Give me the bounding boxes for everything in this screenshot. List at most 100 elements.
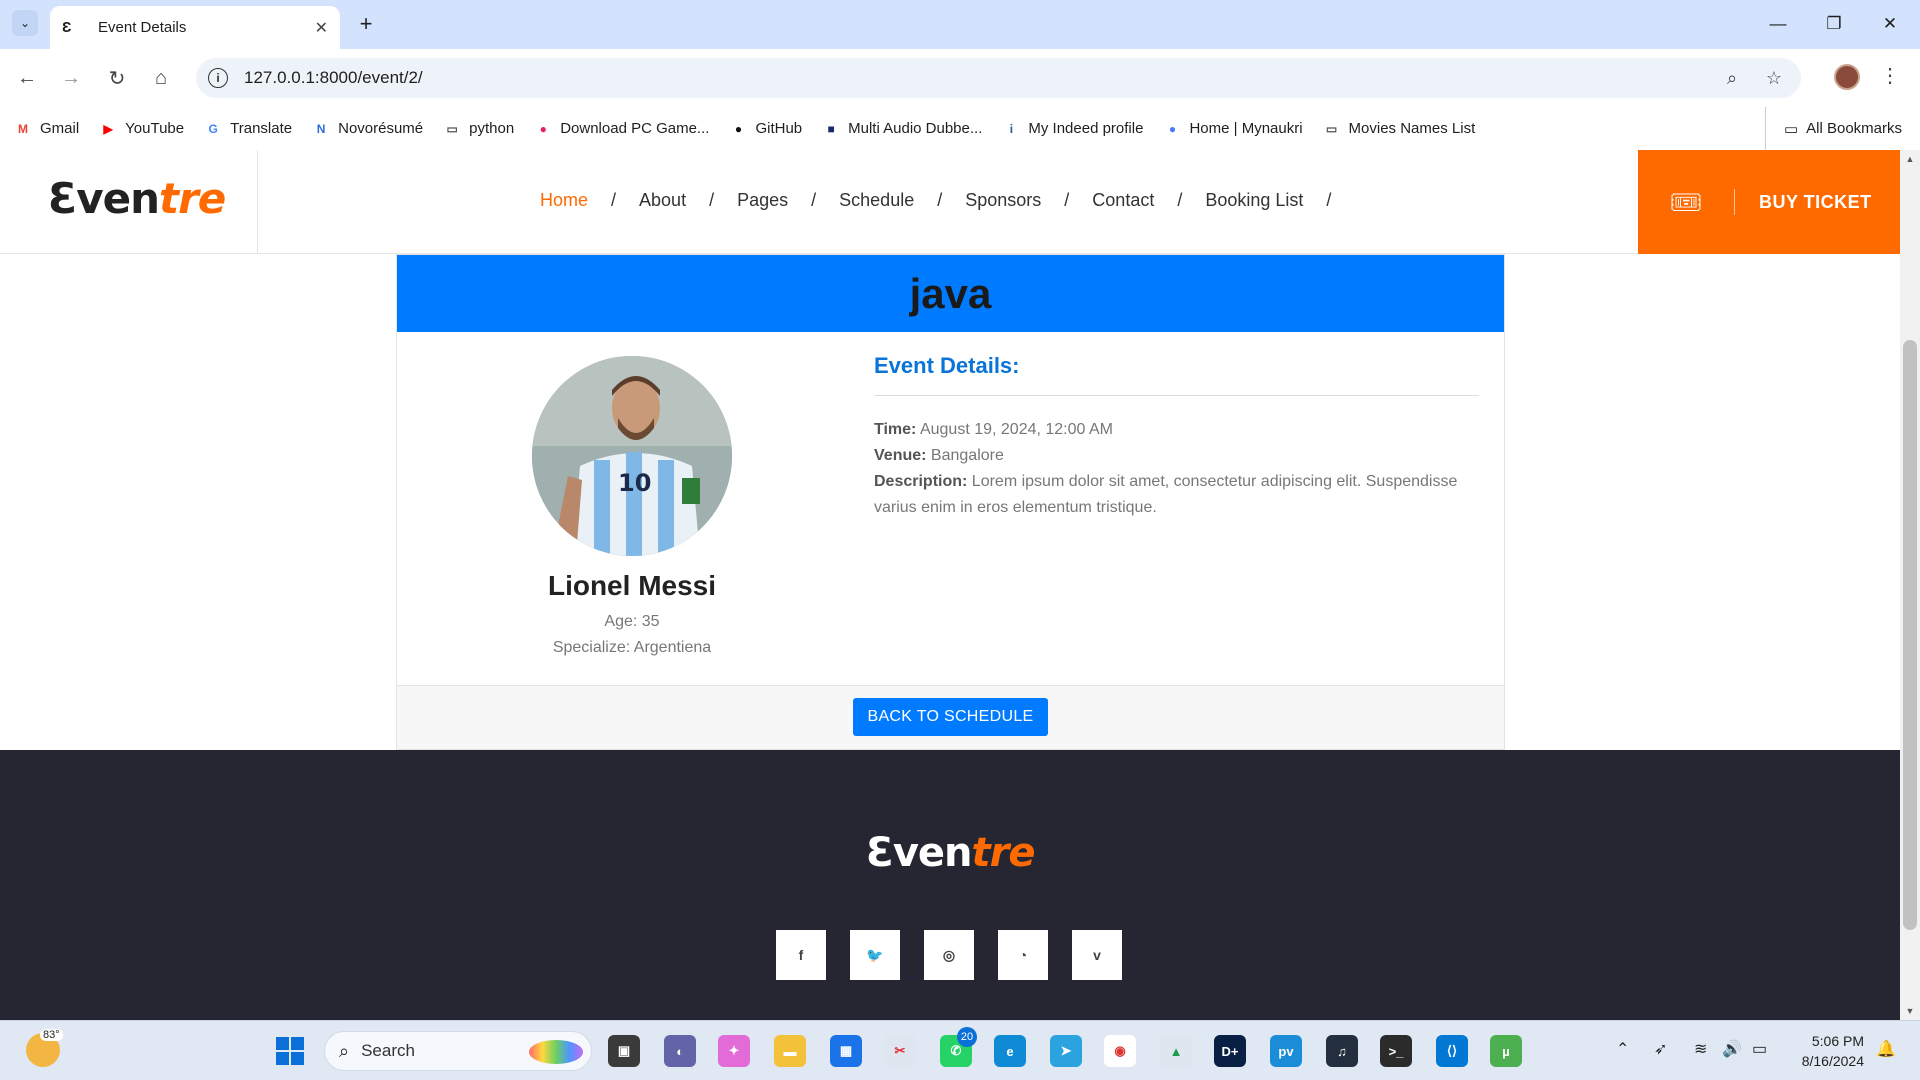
speaker-name: Lionel Messi bbox=[547, 570, 717, 601]
nav-schedule[interactable]: Schedule bbox=[839, 190, 914, 211]
page-scrollbar[interactable]: ▲ ▼ bbox=[1900, 150, 1920, 1020]
home-icon[interactable]: ⌂ bbox=[146, 63, 176, 93]
scrollbar-thumb[interactable] bbox=[1903, 340, 1917, 930]
close-window-icon[interactable]: ✕ bbox=[1870, 10, 1910, 38]
tray-expand-icon[interactable]: ⌃ bbox=[1616, 1039, 1629, 1059]
bookmark-label: python bbox=[469, 120, 515, 137]
minimize-icon[interactable]: — bbox=[1758, 10, 1798, 38]
whatsapp-badge: 20 bbox=[957, 1027, 977, 1047]
buy-divider bbox=[1734, 189, 1735, 215]
chrome-icon[interactable]: ◉ bbox=[1104, 1035, 1136, 1067]
nav-separator: / bbox=[811, 190, 817, 210]
utorrent-icon[interactable]: µ bbox=[1490, 1035, 1522, 1067]
nav-contact[interactable]: Contact bbox=[1092, 190, 1154, 211]
nav-about[interactable]: About bbox=[639, 190, 686, 211]
site-logo[interactable]: Ɛventre bbox=[48, 174, 226, 223]
site-info-icon[interactable]: i bbox=[208, 68, 228, 88]
bookmark-item[interactable]: ▶ YouTube bbox=[99, 120, 185, 138]
nav-separator: / bbox=[1177, 190, 1183, 210]
taskbar-clock[interactable]: 5:06 PM 8/16/2024 bbox=[1774, 1031, 1864, 1071]
bookmark-item[interactable]: i My Indeed profile bbox=[1002, 120, 1144, 138]
folder-icon: ▭ bbox=[446, 121, 458, 136]
start-button[interactable] bbox=[276, 1037, 304, 1065]
bookmark-item[interactable]: ■ Multi Audio Dubbe... bbox=[822, 120, 983, 138]
snipping-tool-icon[interactable]: ✂ bbox=[884, 1035, 916, 1067]
store-icon[interactable]: ▦ bbox=[830, 1035, 862, 1067]
footer-logo[interactable]: Ɛventre bbox=[866, 830, 1035, 876]
facebook-icon[interactable]: f bbox=[776, 930, 826, 980]
back-to-schedule-button[interactable]: BACK TO SCHEDULE bbox=[853, 698, 1048, 736]
profile-avatar[interactable] bbox=[1834, 64, 1860, 90]
bookmark-item[interactable]: G Translate bbox=[204, 120, 292, 138]
address-bar[interactable]: i 127.0.0.1:8000/event/2/ ⌕ ☆ bbox=[196, 58, 1801, 98]
scroll-down-icon[interactable]: ▼ bbox=[1903, 1006, 1917, 1016]
volume-icon[interactable]: 🔊 bbox=[1722, 1039, 1742, 1059]
edge-icon[interactable]: e bbox=[994, 1035, 1026, 1067]
location-icon[interactable]: ➶ bbox=[1654, 1039, 1667, 1059]
taskbar-search-label: Search bbox=[361, 1041, 415, 1060]
buy-ticket-button[interactable]: 🎟 BUY TICKET bbox=[1638, 150, 1900, 254]
rss-icon[interactable]: ◔ bbox=[998, 930, 1048, 980]
tab-close-icon[interactable]: ✕ bbox=[315, 18, 328, 38]
telegram-icon[interactable]: ➤ bbox=[1050, 1035, 1082, 1067]
notification-bell-icon[interactable]: 🔔 bbox=[1876, 1039, 1896, 1059]
speaker-specialize: Specialize: Argentiena bbox=[552, 639, 712, 656]
folder-icon: ▭ bbox=[1783, 120, 1799, 138]
speaker-photo: 10 bbox=[532, 356, 732, 556]
bookmark-item[interactable]: ● Home | Mynaukri bbox=[1163, 120, 1303, 138]
disney-plus-icon[interactable]: D+ bbox=[1214, 1035, 1246, 1067]
nav-home[interactable]: Home bbox=[540, 190, 588, 211]
bookmark-label: Gmail bbox=[40, 120, 80, 137]
bookmark-item[interactable]: ▭ Movies Names List bbox=[1323, 120, 1475, 138]
browser-tab-strip: ⌄ Ɛ Event Details ✕ + — ❐ ✕ bbox=[0, 0, 1920, 49]
terminal-icon[interactable]: >_ bbox=[1380, 1035, 1412, 1067]
event-time: Time: August 19, 2024, 12:00 AM bbox=[874, 417, 1479, 443]
bookmark-star-icon[interactable]: ☆ bbox=[1759, 68, 1789, 89]
back-icon[interactable]: ← bbox=[12, 63, 42, 93]
reload-icon[interactable]: ↻ bbox=[102, 63, 132, 93]
teams-icon[interactable]: ◐ bbox=[664, 1035, 696, 1067]
nav-pages[interactable]: Pages bbox=[737, 190, 788, 211]
amazon-music-icon[interactable]: ♫ bbox=[1326, 1035, 1358, 1067]
time-label: Time: bbox=[874, 421, 917, 438]
google-drive-icon[interactable]: ▲ bbox=[1160, 1035, 1192, 1067]
event-details-heading: Event Details: bbox=[874, 353, 1020, 378]
naukri-icon: ● bbox=[1168, 121, 1177, 136]
battery-icon[interactable]: ▭ bbox=[1752, 1039, 1767, 1059]
bookmark-item[interactable]: ● Download PC Game... bbox=[534, 120, 710, 138]
new-tab-button[interactable]: + bbox=[352, 10, 380, 38]
browser-tab[interactable]: Ɛ Event Details ✕ bbox=[50, 6, 340, 49]
bookmark-item[interactable]: ● GitHub bbox=[729, 120, 802, 138]
instagram-icon[interactable]: ◎ bbox=[924, 930, 974, 980]
url-text[interactable]: 127.0.0.1:8000/event/2/ bbox=[244, 68, 1717, 88]
youtube-icon: ▶ bbox=[103, 121, 113, 136]
vscode-icon[interactable]: ⟨⟩ bbox=[1436, 1035, 1468, 1067]
bookmark-item[interactable]: N Novorésumé bbox=[312, 120, 423, 138]
copilot-icon[interactable]: ✦ bbox=[718, 1035, 750, 1067]
menu-kebab-icon[interactable]: ⋮ bbox=[1880, 63, 1900, 88]
task-view-icon[interactable]: ▣ bbox=[608, 1035, 640, 1067]
scroll-up-icon[interactable]: ▲ bbox=[1903, 154, 1917, 164]
bookmark-item[interactable]: ▭ python bbox=[443, 120, 514, 138]
nav-sponsors[interactable]: Sponsors bbox=[965, 190, 1041, 211]
social-links: f 🐦 ◎ ◔ v bbox=[776, 930, 1146, 980]
bookmark-label: YouTube bbox=[125, 120, 185, 137]
zoom-icon[interactable]: ⌕ bbox=[1717, 68, 1747, 89]
restore-icon[interactable]: ❐ bbox=[1814, 10, 1854, 38]
event-venue: Venue: Bangalore bbox=[874, 443, 1479, 469]
details-divider bbox=[874, 395, 1479, 396]
vimeo-icon[interactable]: v bbox=[1072, 930, 1122, 980]
twitter-icon[interactable]: 🐦 bbox=[850, 930, 900, 980]
nav-separator: / bbox=[1326, 190, 1332, 210]
nav-separator: / bbox=[1064, 190, 1070, 210]
forward-icon[interactable]: → bbox=[56, 63, 86, 93]
bookmark-item[interactable]: M Gmail bbox=[14, 120, 79, 138]
prime-video-icon[interactable]: pv bbox=[1270, 1035, 1302, 1067]
taskbar-search[interactable]: ⌕ Search bbox=[324, 1031, 592, 1071]
all-bookmarks-button[interactable]: ▭ All Bookmarks bbox=[1764, 107, 1902, 150]
nav-booking-list[interactable]: Booking List bbox=[1205, 190, 1303, 211]
file-explorer-icon[interactable]: ▬ bbox=[774, 1035, 806, 1067]
tab-search-dropdown-icon[interactable]: ⌄ bbox=[12, 10, 38, 36]
speaker-photo-art: 10 bbox=[532, 356, 732, 556]
wifi-icon[interactable]: ≋ bbox=[1694, 1039, 1707, 1059]
